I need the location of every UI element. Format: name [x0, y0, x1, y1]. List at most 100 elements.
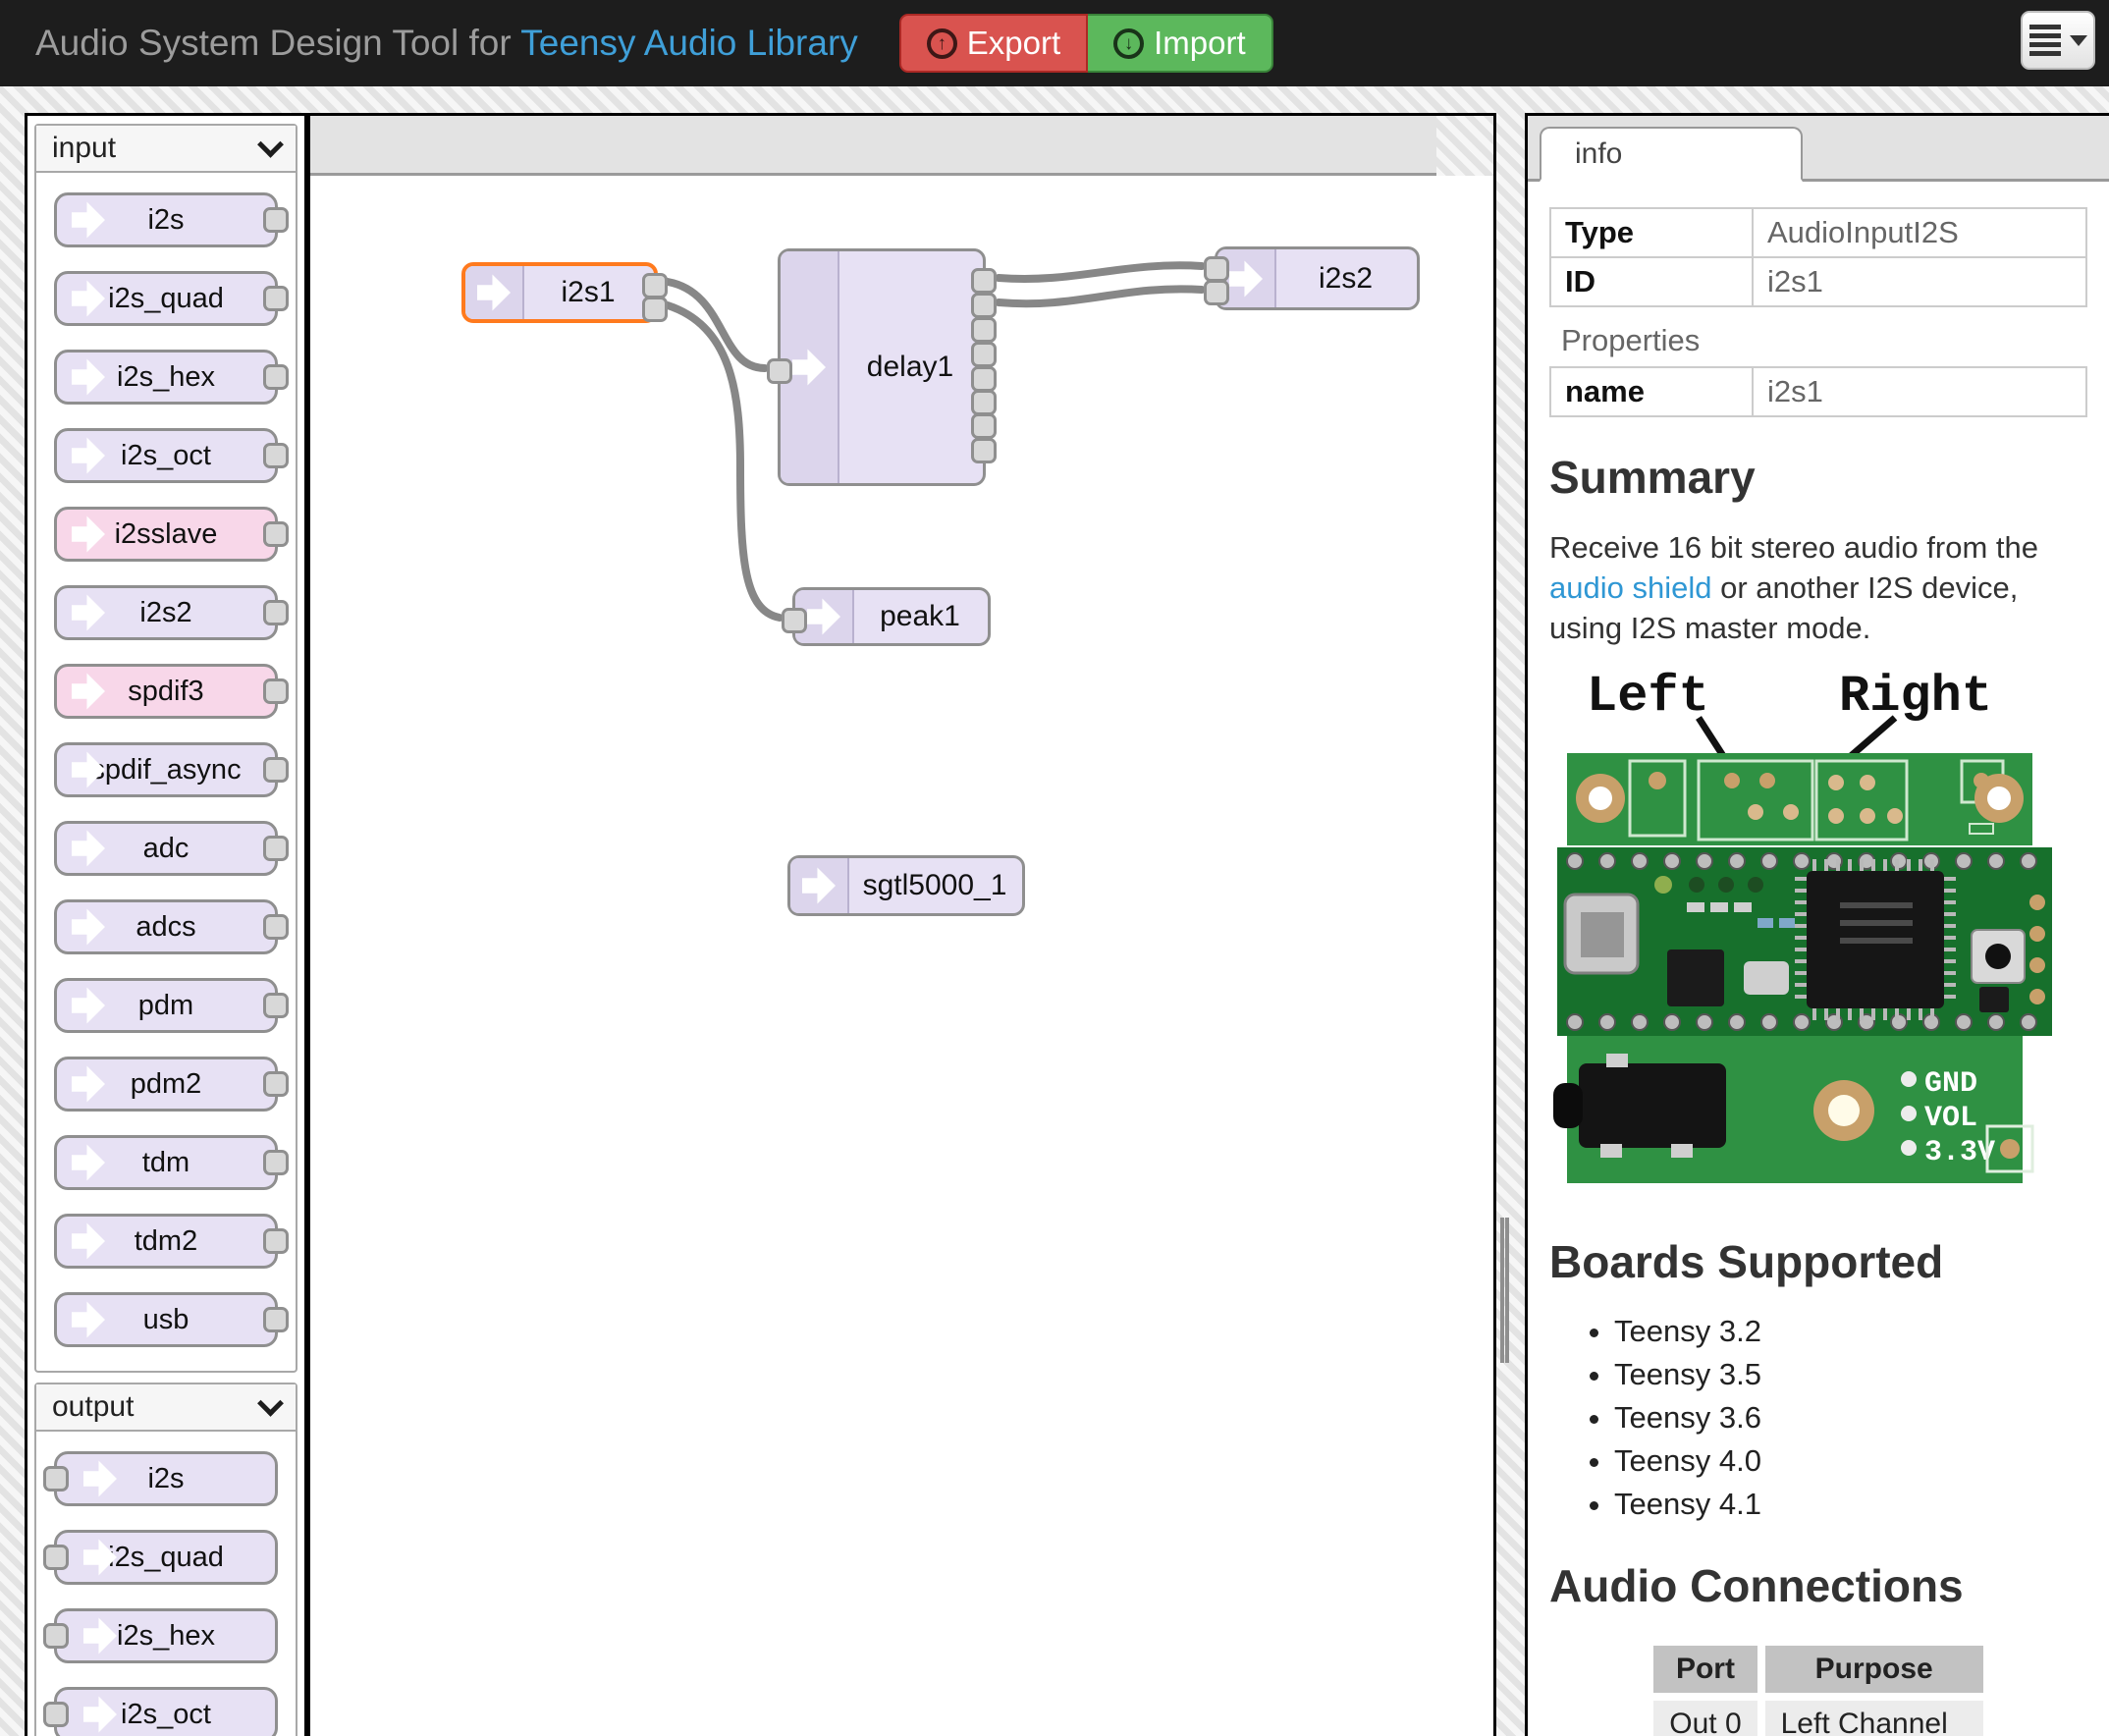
palette-item-output-i2s_oct[interactable]: i2s_oct [54, 1687, 278, 1736]
node-i2s2[interactable]: i2s2 [1215, 246, 1420, 310]
palette-item-output-i2s_hex[interactable]: i2s_hex [54, 1608, 278, 1663]
palette-item-label: i2s [147, 1463, 184, 1495]
palette-item-output-i2s_quad[interactable]: i2s_quad [54, 1530, 278, 1585]
node-label: i2s1 [561, 276, 615, 309]
output-port[interactable] [263, 286, 289, 311]
palette-item-input-i2s[interactable]: i2s [54, 192, 278, 247]
output-port[interactable] [971, 390, 997, 415]
import-button[interactable]: ↓ Import [1088, 14, 1273, 73]
output-port[interactable] [971, 438, 997, 463]
palette-item-input-tdm2[interactable]: tdm2 [54, 1214, 278, 1269]
summary-text: Receive 16 bit stereo audio from the [1549, 530, 2038, 565]
output-port[interactable] [263, 364, 289, 390]
input-port[interactable] [43, 1545, 69, 1570]
export-button[interactable]: ↑ Export [899, 14, 1088, 73]
input-port[interactable] [43, 1702, 69, 1727]
input-port[interactable] [1204, 280, 1229, 305]
output-port[interactable] [971, 413, 997, 439]
palette-item-input-spdif3[interactable]: spdif3 [54, 664, 278, 719]
palette-output-items: i2s i2s_quad i2s_hex i2s_oct i2sslave [36, 1432, 296, 1736]
output-port[interactable] [971, 366, 997, 392]
audio-shield-link[interactable]: audio shield [1549, 570, 1711, 605]
teensy-library-link[interactable]: Teensy Audio Library [520, 23, 857, 63]
output-port[interactable] [971, 317, 997, 343]
output-port[interactable] [263, 600, 289, 625]
input-port[interactable] [782, 608, 807, 633]
node-label: i2s2 [1319, 262, 1373, 296]
input-port[interactable] [43, 1466, 69, 1492]
flow-canvas[interactable]: i2s1 delay1 peak1 [307, 113, 1496, 1736]
palette-item-input-usb[interactable]: usb [54, 1292, 278, 1347]
block-arrow-icon [72, 1221, 105, 1261]
output-port[interactable] [263, 914, 289, 940]
menu-button[interactable] [2021, 11, 2095, 70]
palette-item-input-pdm2[interactable]: pdm2 [54, 1057, 278, 1112]
output-port[interactable] [263, 993, 289, 1018]
output-port[interactable] [642, 297, 668, 322]
palette-item-input-adc[interactable]: adc [54, 821, 278, 876]
node-label: delay1 [867, 351, 953, 384]
output-port[interactable] [642, 273, 668, 298]
palette-item-label: adcs [135, 911, 195, 944]
node-sgtl5000_1[interactable]: sgtl5000_1 [787, 855, 1025, 916]
palette-item-label: adc [143, 833, 189, 865]
wire[interactable] [999, 289, 1202, 303]
palette-category-output-header[interactable]: output [36, 1384, 296, 1432]
palette-item-input-tdm[interactable]: tdm [54, 1135, 278, 1190]
header-button-group: ↑ Export ↓ Import [899, 14, 1273, 73]
list-item: Teensy 3.2 [1614, 1310, 2087, 1353]
palette-item-label: i2s [147, 204, 184, 237]
wire[interactable] [668, 282, 765, 368]
table-row: name i2s1 [1550, 367, 2086, 416]
node-i2s1[interactable]: i2s1 [461, 262, 658, 323]
output-port[interactable] [263, 836, 289, 861]
output-port[interactable] [263, 1150, 289, 1175]
wire[interactable] [999, 265, 1202, 279]
page-title: Audio System Design Tool for Teensy Audi… [35, 23, 858, 64]
output-port[interactable] [263, 521, 289, 547]
palette-item-input-i2s2[interactable]: i2s2 [54, 585, 278, 640]
block-arrow-icon [72, 829, 105, 868]
block-arrow-icon [807, 597, 840, 636]
palette-item-label: i2s_oct [121, 440, 211, 472]
input-port[interactable] [767, 358, 792, 384]
palette-item-label: spdif_async [90, 754, 241, 787]
node-label: peak1 [880, 600, 960, 633]
output-port[interactable] [263, 1307, 289, 1332]
block-arrow-icon [72, 907, 105, 947]
audio-connections-heading: Audio Connections [1549, 1559, 2087, 1612]
output-port[interactable] [263, 207, 289, 233]
input-port[interactable] [43, 1623, 69, 1649]
tab-info[interactable]: info [1540, 127, 1803, 182]
palette-item-input-i2sslave[interactable]: i2sslave [54, 507, 278, 562]
wire[interactable] [668, 305, 780, 618]
palette-item-output-i2s[interactable]: i2s [54, 1451, 278, 1506]
output-port[interactable] [263, 678, 289, 704]
palette-category-input: input i2s i2s_quad i2s_hex i2s_oct i2ssl… [34, 124, 297, 1373]
node-peak1[interactable]: peak1 [792, 587, 991, 646]
board-gnd-label: GND [1924, 1067, 1977, 1101]
palette-item-label: i2s2 [139, 597, 191, 629]
palette-item-input-i2s_oct[interactable]: i2s_oct [54, 428, 278, 483]
block-arrow-icon [83, 1695, 117, 1734]
output-port[interactable] [971, 293, 997, 318]
output-port[interactable] [263, 1071, 289, 1097]
block-arrow-icon [72, 515, 105, 554]
output-port[interactable] [971, 342, 997, 367]
palette-item-input-i2s_hex[interactable]: i2s_hex [54, 350, 278, 405]
title-prefix: Audio System Design Tool for [35, 23, 520, 63]
panel-splitter[interactable] [1500, 1218, 1509, 1363]
palette-category-input-header[interactable]: input [36, 126, 296, 173]
palette-item-input-pdm[interactable]: pdm [54, 978, 278, 1033]
output-port[interactable] [263, 443, 289, 468]
input-port[interactable] [1204, 256, 1229, 282]
palette-item-input-adcs[interactable]: adcs [54, 899, 278, 954]
output-port[interactable] [263, 757, 289, 783]
palette-category-output: output i2s i2s_quad i2s_hex i2s_oct i2ss… [34, 1383, 297, 1736]
palette-item-input-spdif_async[interactable]: spdif_async [54, 742, 278, 797]
output-port[interactable] [971, 268, 997, 294]
output-port[interactable] [263, 1228, 289, 1254]
node-delay1[interactable]: delay1 [778, 248, 986, 486]
palette-item-input-i2s_quad[interactable]: i2s_quad [54, 271, 278, 326]
info-panel: info Type AudioInputI2S ID i2s1 Properti… [1525, 113, 2109, 1736]
